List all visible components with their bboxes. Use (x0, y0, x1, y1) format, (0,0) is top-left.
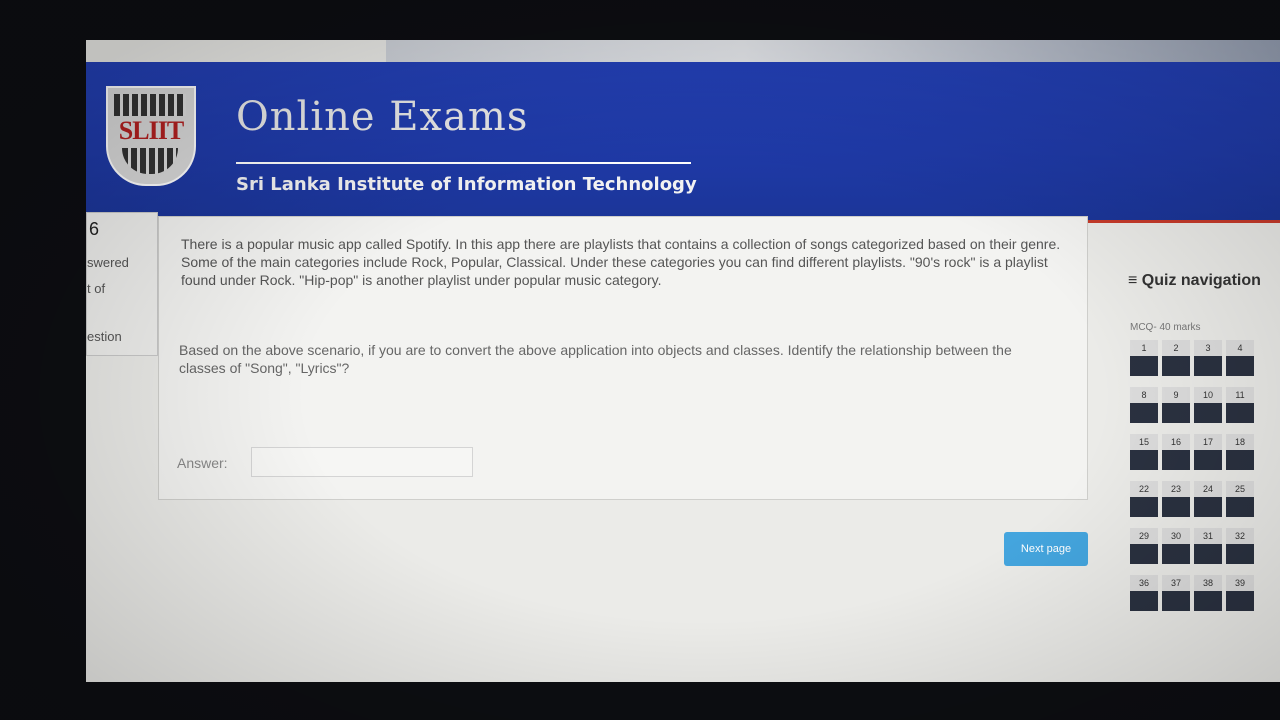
quiz-nav-status (1226, 497, 1254, 517)
quiz-nav-question-button[interactable]: 10 (1194, 387, 1222, 423)
answer-input[interactable] (251, 447, 473, 477)
quiz-nav-status (1162, 403, 1190, 423)
quiz-nav-number: 29 (1130, 528, 1158, 544)
quiz-nav-number: 1 (1130, 340, 1158, 356)
answer-label: Answer: (177, 455, 228, 471)
quiz-nav-number: 23 (1162, 481, 1190, 497)
quiz-nav-question-button[interactable]: 23 (1162, 481, 1190, 517)
quiz-nav-status (1194, 591, 1222, 611)
flag-question[interactable]: estion (87, 329, 122, 344)
quiz-nav-status (1194, 356, 1222, 376)
quiz-nav-number: 3 (1194, 340, 1222, 356)
quiz-nav-status (1130, 403, 1158, 423)
quiz-nav-question-button[interactable]: 38 (1194, 575, 1222, 611)
quiz-nav-question-button[interactable]: 11 (1226, 387, 1254, 423)
question-card: There is a popular music app called Spot… (158, 216, 1088, 500)
quiz-nav-status (1226, 591, 1254, 611)
quiz-nav-question-button[interactable]: 2 (1162, 340, 1190, 376)
quiz-nav-status (1130, 591, 1158, 611)
site-subtitle: Sri Lanka Institute of Information Techn… (236, 174, 697, 195)
quiz-nav-status (1130, 356, 1158, 376)
quiz-nav-status (1226, 356, 1254, 376)
quiz-nav-number: 11 (1226, 387, 1254, 403)
quiz-nav-status (1130, 450, 1158, 470)
quiz-nav-status (1194, 544, 1222, 564)
quiz-nav-question-button[interactable]: 18 (1226, 434, 1254, 470)
quiz-nav-number: 16 (1162, 434, 1190, 450)
quiz-nav-number: 17 (1194, 434, 1222, 450)
quiz-nav-number: 10 (1194, 387, 1222, 403)
quiz-nav-question-button[interactable]: 3 (1194, 340, 1222, 376)
question-info-panel: 6 swered t of estion (86, 212, 158, 356)
quiz-nav-question-button[interactable]: 31 (1194, 528, 1222, 564)
quiz-nav-question-button[interactable]: 4 (1226, 340, 1254, 376)
question-prompt: Based on the above scenario, if you are … (179, 342, 1012, 376)
quiz-nav-number: 2 (1162, 340, 1190, 356)
question-text: There is a popular music app called Spot… (181, 236, 1061, 288)
quiz-nav-question-button[interactable]: 15 (1130, 434, 1158, 470)
quiz-nav-status (1194, 450, 1222, 470)
quiz-nav-question-button[interactable]: 24 (1194, 481, 1222, 517)
quiz-nav-status (1194, 403, 1222, 423)
quiz-nav-status (1226, 403, 1254, 423)
quiz-nav-title: ≡ Quiz navigation (1128, 272, 1261, 289)
quiz-navigation: ≡ Quiz navigation MCQ- 40 marks 1 2 3 4 8 9 10… (1126, 264, 1280, 682)
quiz-nav-number: 22 (1130, 481, 1158, 497)
quiz-nav-number: 24 (1194, 481, 1222, 497)
quiz-nav-status (1162, 497, 1190, 517)
quiz-nav-number: 31 (1194, 528, 1222, 544)
quiz-nav-number: 38 (1194, 575, 1222, 591)
question-number: 6 (89, 219, 100, 239)
site-title: Online Exams (236, 94, 529, 140)
logo-grid-top (114, 94, 186, 116)
quiz-nav-question-button[interactable]: 39 (1226, 575, 1254, 611)
quiz-nav-number: 37 (1162, 575, 1190, 591)
quiz-nav-number: 15 (1130, 434, 1158, 450)
quiz-nav-number: 32 (1226, 528, 1254, 544)
quiz-nav-question-button[interactable]: 36 (1130, 575, 1158, 611)
answered-status: swered (87, 255, 129, 270)
quiz-nav-number: 18 (1226, 434, 1254, 450)
quiz-nav-question-button[interactable]: 9 (1162, 387, 1190, 423)
marks-info: t of (87, 281, 106, 296)
quiz-nav-status (1226, 450, 1254, 470)
quiz-nav-status (1226, 544, 1254, 564)
quiz-nav-question-button[interactable]: 17 (1194, 434, 1222, 470)
sliit-logo[interactable]: SLIIT (106, 86, 196, 186)
quiz-nav-status (1130, 544, 1158, 564)
quiz-nav-status (1162, 356, 1190, 376)
logo-grid-bottom (122, 148, 178, 174)
quiz-nav-number: 4 (1226, 340, 1254, 356)
quiz-nav-number: 25 (1226, 481, 1254, 497)
quiz-nav-number: 36 (1130, 575, 1158, 591)
quiz-nav-number: 30 (1162, 528, 1190, 544)
quiz-nav-status (1194, 497, 1222, 517)
quiz-nav-status (1130, 497, 1158, 517)
title-rule (236, 162, 691, 164)
quiz-nav-question-button[interactable]: 30 (1162, 528, 1190, 564)
quiz-nav-status (1162, 591, 1190, 611)
logo-text: SLIIT (118, 116, 184, 145)
quiz-nav-question-button[interactable]: 25 (1226, 481, 1254, 517)
quiz-nav-status (1162, 450, 1190, 470)
quiz-nav-number: 39 (1226, 575, 1254, 591)
quiz-nav-section: MCQ- 40 marks (1130, 322, 1201, 333)
screen: SLIIT Online Exams Sri Lanka Institute o… (86, 40, 1280, 682)
quiz-nav-question-button[interactable]: 16 (1162, 434, 1190, 470)
quiz-nav-question-button[interactable]: 32 (1226, 528, 1254, 564)
quiz-nav-status (1162, 544, 1190, 564)
quiz-nav-question-button[interactable]: 1 (1130, 340, 1158, 376)
quiz-nav-number: 9 (1162, 387, 1190, 403)
site-header: SLIIT Online Exams Sri Lanka Institute o… (86, 62, 1280, 223)
quiz-nav-question-button[interactable]: 8 (1130, 387, 1158, 423)
quiz-nav-question-button[interactable]: 37 (1162, 575, 1190, 611)
quiz-nav-number: 8 (1130, 387, 1158, 403)
quiz-nav-question-button[interactable]: 22 (1130, 481, 1158, 517)
quiz-nav-question-button[interactable]: 29 (1130, 528, 1158, 564)
next-page-button[interactable]: Next page (1004, 532, 1088, 566)
